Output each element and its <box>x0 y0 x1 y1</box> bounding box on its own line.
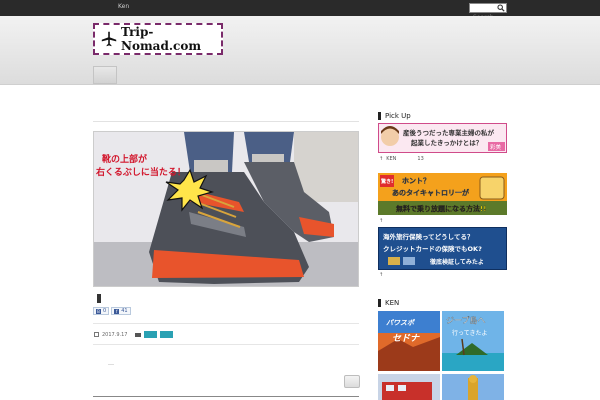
site-name: Trip-Nomad.com <box>121 25 202 53</box>
pickup-2-line4: 無料で乗り放題になる方法!! <box>396 204 486 213</box>
divider <box>93 121 359 122</box>
pickup-1-badge: 彩美 <box>490 143 502 151</box>
pickup-2-line2: ホント？ <box>402 177 430 185</box>
facebook-count: 41 <box>121 308 128 314</box>
divider <box>93 396 359 397</box>
search-box[interactable] <box>469 3 507 22</box>
divider <box>93 344 359 345</box>
photo-caption-line1: 靴の上部が <box>102 153 148 165</box>
ken-heading: KEN <box>378 299 399 307</box>
featured-image[interactable]: 靴の上部が 右くるぶしに当たる！ <box>93 131 359 287</box>
search-icon[interactable] <box>497 4 505 12</box>
pickup-3-line1: 海外旅行保険ってどうしてる？ <box>383 232 473 241</box>
calendar-icon <box>94 332 99 337</box>
pickup-1-caption: ↑ KEN 13 <box>379 156 424 162</box>
pickup-heading-text: Pick Up <box>385 112 411 120</box>
pickup-2-caption: ↑ <box>379 218 383 224</box>
tile-2-line2: 行ってきたよ <box>452 329 488 337</box>
pickup-heading: Pick Up <box>378 112 411 120</box>
pickup-banner-1[interactable]: 産後うつだった専業主婦の私が 起業したきっかけとは？ 彩美 <box>378 123 507 153</box>
tile-1-line2: セドナ <box>392 333 420 344</box>
category-tag[interactable] <box>144 331 158 338</box>
facebook-share-button[interactable]: f 41 <box>111 307 131 315</box>
heading-marker <box>378 299 381 307</box>
arrow-icon: ↑ <box>379 272 384 278</box>
user-name[interactable]: Ken <box>118 3 129 10</box>
top-bar: Ken <box>0 0 600 22</box>
ken-heading-text: KEN <box>385 299 400 307</box>
hatena-count: 0 <box>103 308 107 314</box>
pickup-1-author[interactable]: KEN <box>386 156 396 162</box>
airplane-icon <box>101 31 117 47</box>
pickup-3-line3: 徹底検証してみたよ <box>429 258 484 266</box>
pickup-1-extra: 13 <box>417 156 424 162</box>
read-more-button[interactable] <box>344 375 360 388</box>
bookmark-icon[interactable] <box>97 294 101 303</box>
pickup-banner-2[interactable]: 驚き! ホント？ あのタイキャトロリーが 無料で乗り放題になる方法!! <box>378 173 507 215</box>
pickup-3-line2: クレジットカードの保険でもOK? <box>383 244 482 253</box>
post-date: 2017.9.17 <box>102 331 128 338</box>
hatena-icon: B <box>96 308 101 314</box>
folder-icon <box>135 332 142 337</box>
site-header: Trip-Nomad.com <box>0 16 600 85</box>
article-tile[interactable]: パワスポ セドナ <box>378 311 440 371</box>
share-buttons: B 0 f 41 <box>93 307 131 315</box>
article-tile[interactable]: ジープ島へ 行ってきたよ <box>442 311 504 371</box>
pickup-2-line1: 驚き! <box>381 178 393 185</box>
pickup-1-line1: 産後うつだった専業主婦の私が <box>403 128 495 137</box>
tile-1-line1: パワスポ <box>386 318 416 327</box>
tile-2-line1: ジープ島へ <box>446 315 486 325</box>
photo-caption-line2: 右くるぶしに当たる！ <box>95 166 186 178</box>
post-excerpt: … <box>108 360 114 367</box>
article-tile[interactable] <box>378 374 440 400</box>
arrow-icon: ↑ <box>379 156 384 162</box>
menu-button[interactable] <box>93 66 117 84</box>
divider <box>93 323 359 324</box>
hatena-share-button[interactable]: B 0 <box>93 307 110 315</box>
pickup-3-caption: ↑ <box>379 272 383 278</box>
pickup-1-line2: 起業したきっかけとは？ <box>410 138 482 147</box>
pickup-banner-3[interactable]: 海外旅行保険ってどうしてる？ クレジットカードの保険でもOK? 徹底検証してみた… <box>378 227 507 270</box>
site-logo[interactable]: Trip-Nomad.com <box>93 23 223 55</box>
article-tile[interactable] <box>442 374 504 400</box>
category-tag[interactable] <box>160 331 174 338</box>
post-meta: 2017.9.17 <box>94 331 174 338</box>
pickup-2-line3: あのタイキャトロリーが <box>392 188 469 197</box>
facebook-icon: f <box>114 308 120 314</box>
heading-marker <box>378 112 381 120</box>
arrow-icon: ↑ <box>379 218 384 224</box>
